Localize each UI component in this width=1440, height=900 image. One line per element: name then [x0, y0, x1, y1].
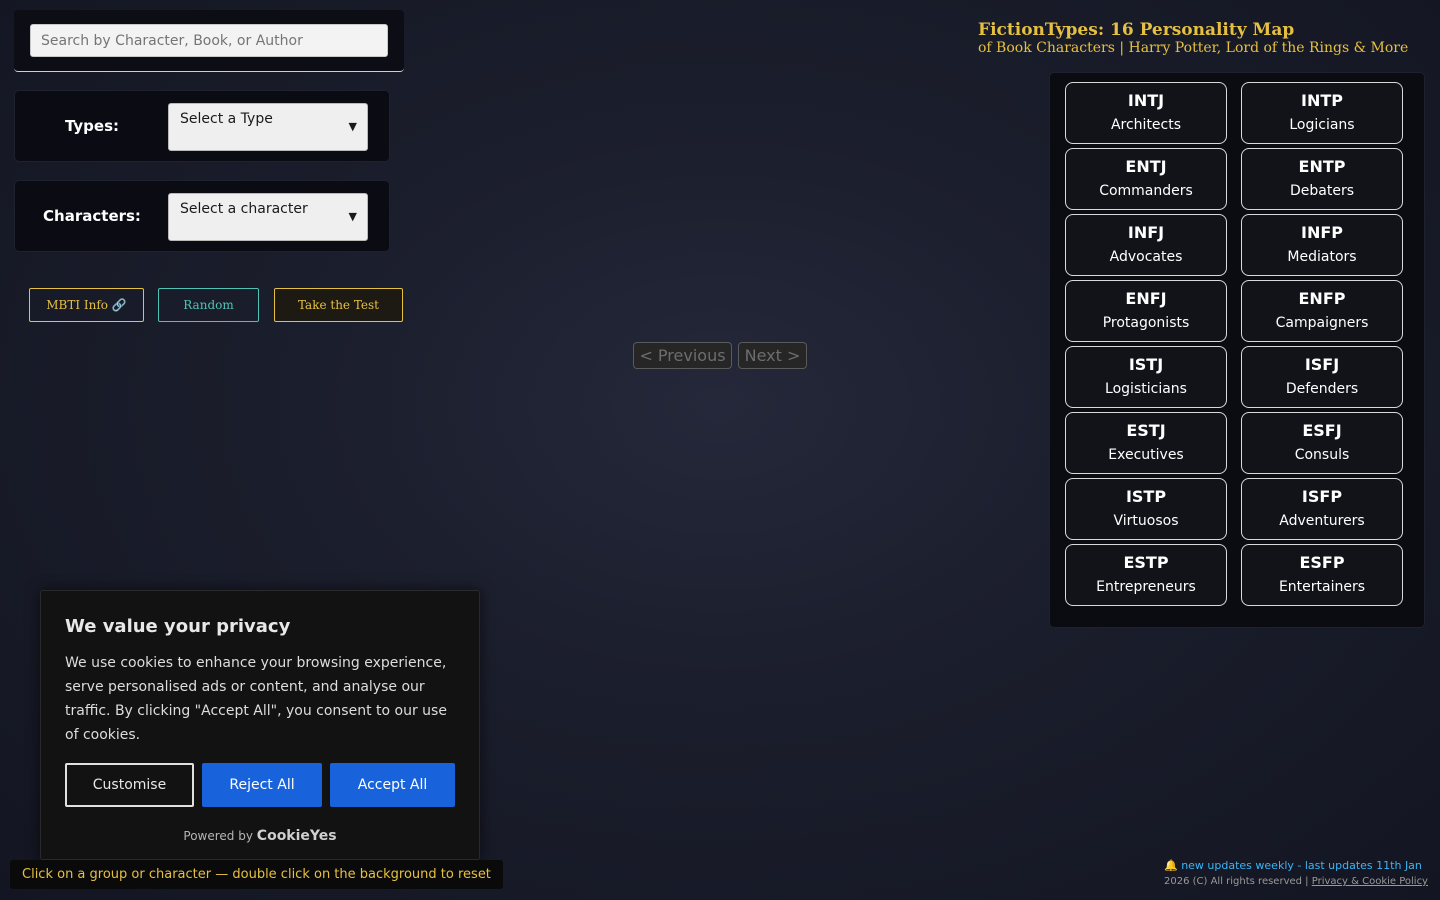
site-title: FictionTypes: 16 Personality Map: [978, 20, 1295, 40]
type-card-enfp[interactable]: ENFP Campaigners: [1241, 280, 1403, 342]
type-card-infj[interactable]: INFJ Advocates: [1065, 214, 1227, 276]
type-code: ESFJ: [1302, 421, 1342, 440]
type-card-entp[interactable]: ENTP Debaters: [1241, 148, 1403, 210]
type-card-entj[interactable]: ENTJ Commanders: [1065, 148, 1227, 210]
type-name: Consuls: [1294, 447, 1350, 463]
search-panel: [14, 10, 404, 72]
type-code: INFJ: [1127, 223, 1165, 242]
type-card-isfp[interactable]: ISFP Adventurers: [1241, 478, 1403, 540]
type-name: Mediators: [1287, 249, 1357, 265]
type-code: INTP: [1301, 91, 1343, 110]
type-code: INFP: [1301, 223, 1343, 242]
type-card-esfj[interactable]: ESFJ Consuls: [1241, 412, 1403, 474]
type-card-isfj[interactable]: ISFJ Defenders: [1241, 346, 1403, 408]
type-code: ESTJ: [1126, 421, 1166, 440]
characters-filter-panel: Characters: Select a character ▼: [14, 180, 390, 252]
cookie-banner: We value your privacy We use cookies to …: [40, 590, 480, 860]
type-name: Adventurers: [1279, 513, 1365, 529]
type-name: Architects: [1110, 117, 1182, 133]
type-name: Virtuosos: [1113, 513, 1179, 529]
type-code: ENFJ: [1125, 289, 1167, 308]
type-name: Advocates: [1109, 249, 1183, 265]
cookieyes-logo[interactable]: CookieYes: [257, 828, 337, 844]
next-button[interactable]: Next >: [738, 342, 807, 369]
type-name: Logisticians: [1105, 381, 1187, 397]
type-select[interactable]: Select a Type ▼: [168, 103, 368, 151]
hint-bar: Click on a group or character — double c…: [10, 860, 503, 889]
chevron-down-icon: ▼: [348, 210, 357, 223]
type-grid: INTJ Architects INTP Logicians ENTJ Comm…: [1049, 72, 1425, 628]
type-card-esfp[interactable]: ESFP Entertainers: [1241, 544, 1403, 606]
types-filter-panel: Types: Select a Type ▼: [14, 90, 390, 162]
mbti-info-button[interactable]: MBTI Info 🔗: [29, 288, 144, 322]
type-card-enfj[interactable]: ENFJ Protagonists: [1065, 280, 1227, 342]
type-code: ESFP: [1299, 553, 1345, 572]
cookie-title: We value your privacy: [65, 616, 291, 637]
type-name: Executives: [1108, 447, 1184, 463]
type-code: ENFP: [1298, 289, 1346, 308]
copyright-text: 2026 (C) All rights reserved |: [1164, 876, 1309, 887]
type-select-value: Select a Type: [180, 111, 273, 127]
previous-button[interactable]: < Previous: [633, 342, 732, 369]
chevron-down-icon: ▼: [348, 120, 357, 133]
type-code: ENTP: [1298, 157, 1346, 176]
type-code: ESTP: [1123, 553, 1169, 572]
character-select-value: Select a character: [180, 201, 308, 217]
type-code: INTJ: [1127, 91, 1165, 110]
update-notice: 🔔 new updates weekly - last updates 11th…: [1164, 859, 1422, 872]
cookie-reject-button[interactable]: Reject All: [202, 763, 322, 807]
powered-by-label: Powered by: [183, 829, 253, 843]
type-name: Campaigners: [1275, 315, 1369, 331]
search-input[interactable]: [30, 24, 388, 57]
type-name: Defenders: [1285, 381, 1359, 397]
footer-copyright: 2026 (C) All rights reserved | Privacy &…: [1164, 876, 1428, 887]
type-name: Commanders: [1099, 183, 1193, 199]
type-name: Logicians: [1289, 117, 1355, 133]
type-card-infp[interactable]: INFP Mediators: [1241, 214, 1403, 276]
type-name: Protagonists: [1102, 315, 1190, 331]
random-button[interactable]: Random: [158, 288, 259, 322]
cookie-description: We use cookies to enhance your browsing …: [65, 655, 447, 743]
take-test-button[interactable]: Take the Test: [274, 288, 403, 322]
type-name: Entertainers: [1278, 579, 1366, 595]
type-card-istp[interactable]: ISTP Virtuosos: [1065, 478, 1227, 540]
type-name: Entrepreneurs: [1096, 579, 1196, 595]
cookie-customise-button[interactable]: Customise: [65, 763, 194, 807]
type-card-istj[interactable]: ISTJ Logisticians: [1065, 346, 1227, 408]
type-code: ISFP: [1301, 487, 1343, 506]
type-card-estp[interactable]: ESTP Entrepreneurs: [1065, 544, 1227, 606]
types-label: Types:: [64, 117, 120, 135]
type-code: ISFJ: [1304, 355, 1340, 374]
type-card-estj[interactable]: ESTJ Executives: [1065, 412, 1227, 474]
type-code: ISTP: [1125, 487, 1167, 506]
cookie-powered-by: Powered by CookieYes: [41, 828, 479, 844]
character-select[interactable]: Select a character ▼: [168, 193, 368, 241]
privacy-policy-link[interactable]: Privacy & Cookie Policy: [1312, 876, 1428, 887]
cookie-accept-button[interactable]: Accept All: [330, 763, 455, 807]
type-code: ISTJ: [1128, 355, 1164, 374]
site-subtitle: of Book Characters | Harry Potter, Lord …: [978, 40, 1409, 56]
type-code: ENTJ: [1125, 157, 1167, 176]
characters-label: Characters:: [43, 207, 141, 225]
type-card-intj[interactable]: INTJ Architects: [1065, 82, 1227, 144]
type-card-intp[interactable]: INTP Logicians: [1241, 82, 1403, 144]
type-name: Debaters: [1289, 183, 1354, 199]
